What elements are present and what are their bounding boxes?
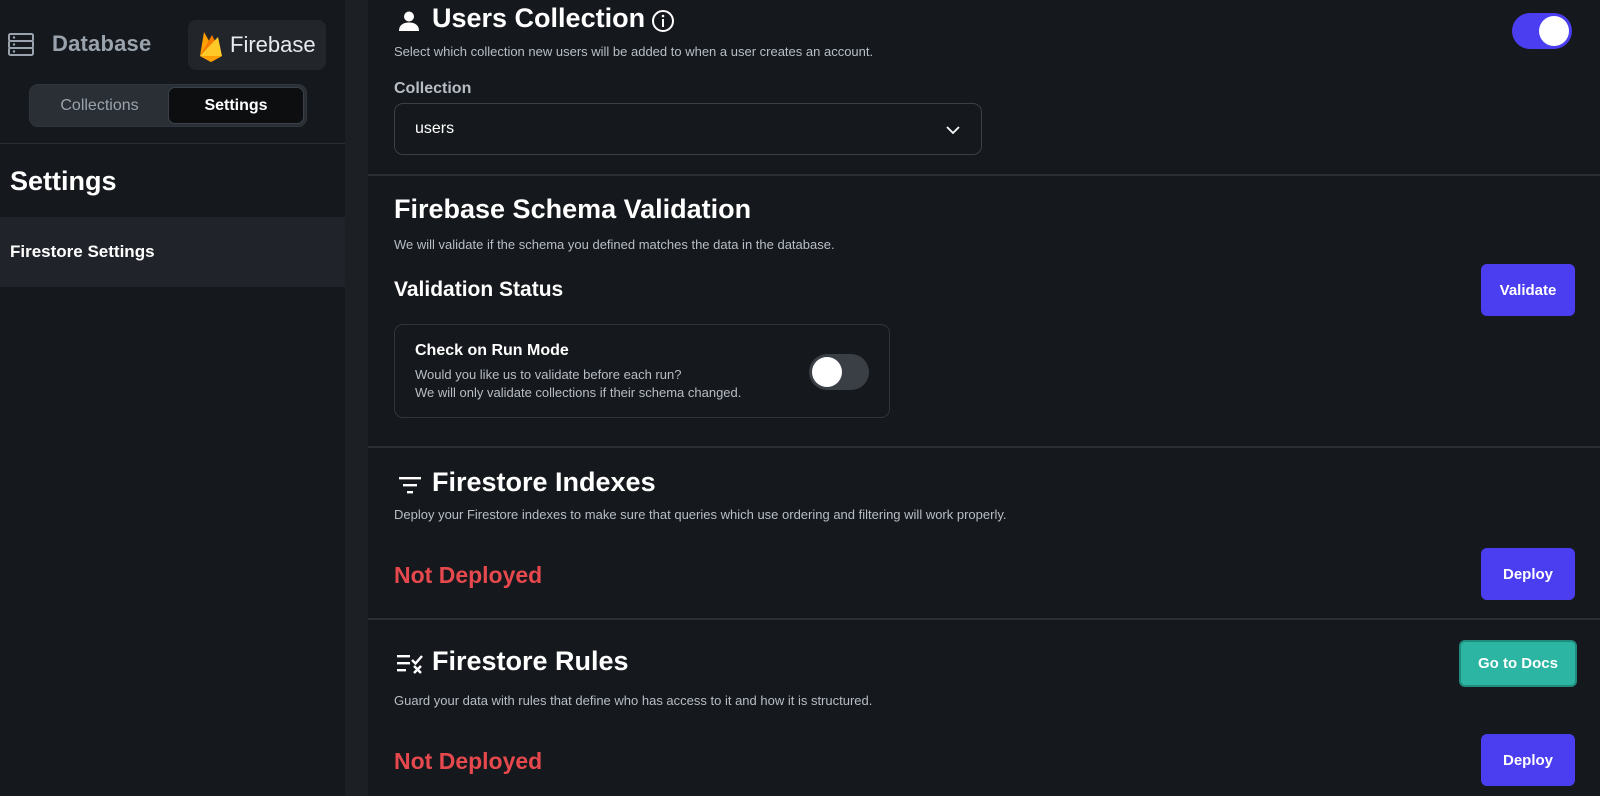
app-root: Database Firebase Collections Settings S… <box>0 0 1600 796</box>
firestore-rules-title: Firestore Rules <box>432 646 629 676</box>
database-title: Database <box>52 31 152 56</box>
section-divider <box>368 446 1600 448</box>
run-mode-line-1: Would you like us to validate before eac… <box>415 367 682 382</box>
deploy-rules-button[interactable]: Deploy <box>1481 734 1575 786</box>
indexes-status: Not Deployed <box>394 562 543 588</box>
sidebar: Database Firebase Collections Settings S… <box>0 0 345 796</box>
rules-status: Not Deployed <box>394 748 543 774</box>
collection-field-label: Collection <box>394 80 472 97</box>
users-collection-toggle[interactable] <box>1512 13 1572 49</box>
validate-button[interactable]: Validate <box>1481 264 1575 316</box>
sidebar-header: Database Firebase <box>0 0 345 90</box>
filter-icon <box>399 477 421 494</box>
validation-status-heading: Validation Status <box>394 278 564 301</box>
collection-select[interactable]: users <box>394 103 982 155</box>
view-segmented-control: Collections Settings <box>29 84 307 127</box>
go-to-docs-button[interactable]: Go to Docs <box>1459 640 1577 687</box>
person-icon <box>399 11 419 31</box>
tab-settings[interactable]: Settings <box>168 87 304 124</box>
tab-collections[interactable]: Collections <box>32 87 167 124</box>
schema-validation-description: We will validate if the schema you defin… <box>394 237 835 252</box>
users-collection-description: Select which collection new users will b… <box>394 44 874 59</box>
section-divider <box>368 174 1600 176</box>
schema-validation-title: Firebase Schema Validation <box>394 194 752 224</box>
firebase-logo-icon <box>200 32 222 62</box>
sidebar-divider <box>0 143 345 144</box>
toggle-knob <box>1539 16 1569 46</box>
firestore-indexes-title: Firestore Indexes <box>432 467 656 497</box>
run-mode-line-2: We will only validate collections if the… <box>415 385 742 400</box>
sidebar-heading: Settings <box>10 166 117 196</box>
run-mode-toggle[interactable] <box>809 354 869 390</box>
firebase-label: Firebase <box>230 32 316 57</box>
scroll-gutter <box>345 0 368 796</box>
firestore-indexes-description: Deploy your Firestore indexes to make su… <box>394 507 1007 522</box>
chevron-down-icon <box>946 126 960 135</box>
rules-checklist-icon <box>397 655 423 674</box>
database-icon <box>8 33 34 56</box>
firebase-badge[interactable]: Firebase <box>188 20 326 70</box>
collection-select-value: users <box>415 120 455 137</box>
section-divider <box>368 618 1600 620</box>
main-content: Users Collection Select which collection… <box>368 0 1600 796</box>
info-icon[interactable] <box>651 9 675 33</box>
run-mode-card: Check on Run Mode Would you like us to v… <box>394 324 890 418</box>
users-collection-title: Users Collection <box>432 3 646 33</box>
deploy-indexes-button[interactable]: Deploy <box>1481 548 1575 600</box>
run-mode-title: Check on Run Mode <box>415 342 569 359</box>
firestore-rules-description: Guard your data with rules that define w… <box>394 693 873 708</box>
toggle-knob <box>812 357 842 387</box>
sidebar-item-firestore-settings[interactable]: Firestore Settings <box>0 217 345 287</box>
sidebar-item-label: Firestore Settings <box>10 242 155 261</box>
